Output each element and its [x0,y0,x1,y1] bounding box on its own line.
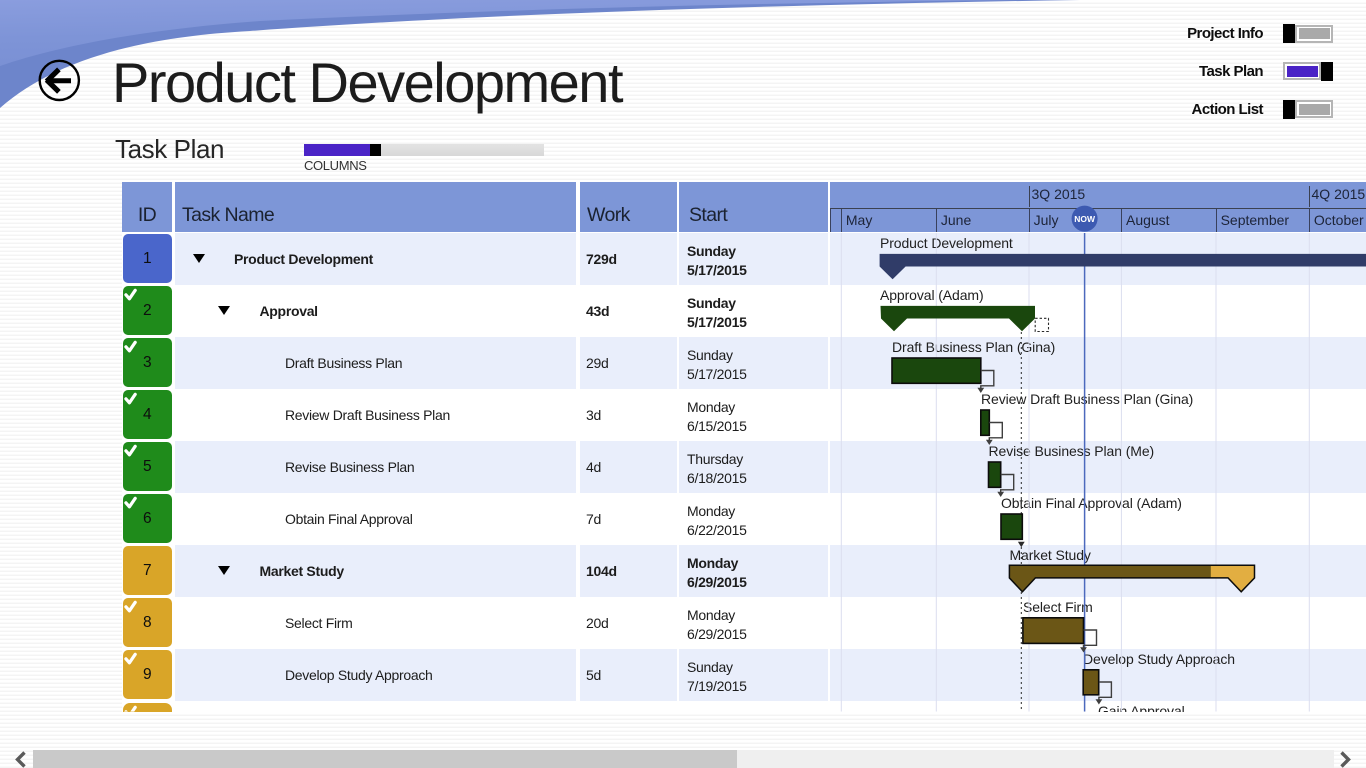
svg-text:NOW: NOW [1074,214,1096,224]
